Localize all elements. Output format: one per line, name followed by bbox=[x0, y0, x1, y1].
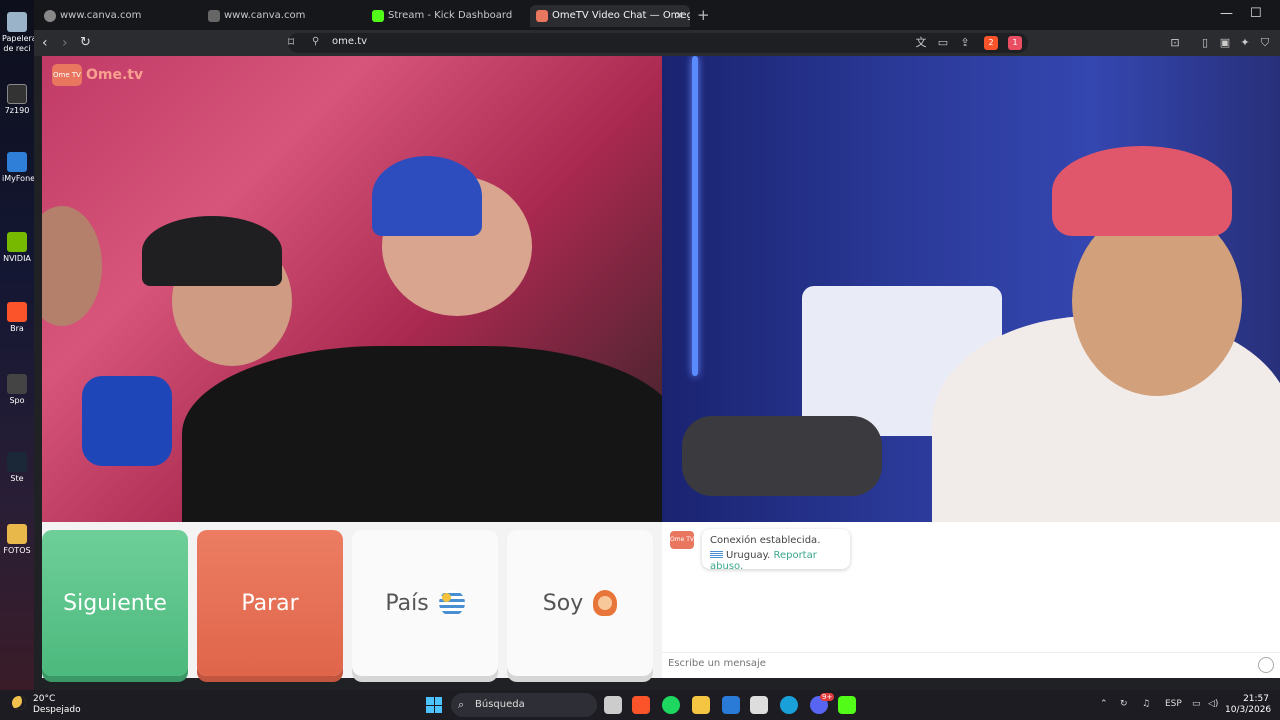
ometv-page: Ome TV Ome.tv Siguiente Parar País Soy O… bbox=[42, 56, 1280, 678]
person-cap bbox=[1052, 146, 1232, 236]
tab-strip: www.canva.com www.canva.com Stream - Kic… bbox=[34, 0, 1280, 30]
tab-canva-2[interactable]: www.canva.com bbox=[202, 5, 362, 27]
browser-window: www.canva.com www.canva.com Stream - Kic… bbox=[34, 0, 1280, 690]
desktop-icon-steam[interactable]: Ste bbox=[2, 452, 32, 484]
language-indicator[interactable]: ESP bbox=[1165, 699, 1182, 709]
desktop-icon-7zip[interactable]: 7z190 bbox=[2, 84, 32, 116]
store-icon[interactable] bbox=[750, 696, 768, 714]
next-button[interactable]: Siguiente bbox=[42, 530, 188, 676]
spotify-taskbar-icon[interactable] bbox=[662, 696, 680, 714]
start-button[interactable] bbox=[426, 697, 442, 713]
imyfone-icon bbox=[7, 152, 27, 172]
desktop-icon-brave[interactable]: Bra bbox=[2, 302, 32, 334]
vpn-shield-icon[interactable]: ⛉ bbox=[1258, 36, 1272, 50]
message-input[interactable] bbox=[668, 658, 1248, 669]
site-info-icon[interactable]: ⚲ bbox=[312, 36, 319, 47]
tab-kick-dashboard[interactable]: Stream - Kick Dashboard bbox=[366, 5, 526, 27]
gender-button[interactable]: Soy bbox=[507, 530, 653, 676]
network-icon[interactable]: ▭ bbox=[1192, 699, 1201, 709]
ometv-favicon-icon bbox=[536, 10, 548, 22]
tab-canva-1[interactable]: www.canva.com bbox=[38, 5, 198, 27]
sun-icon bbox=[441, 593, 451, 602]
tray-overflow-icon[interactable]: ⌃ bbox=[1100, 699, 1108, 709]
brave-icon bbox=[7, 302, 27, 322]
translate-icon[interactable]: 文 bbox=[914, 36, 928, 50]
mug-shape bbox=[82, 376, 172, 466]
back-icon[interactable]: ‹ bbox=[42, 34, 48, 52]
globe-icon bbox=[44, 10, 56, 22]
kick-icon bbox=[372, 10, 384, 22]
search-icon: ⌕ bbox=[458, 698, 465, 711]
partner-country: Uruguay. bbox=[726, 550, 771, 561]
windows-taskbar: 20°C Despejado ⌕ Búsqueda 9+ ⌃ ↻ ♫ ESP ▭… bbox=[0, 690, 1280, 720]
woman-emoji-icon bbox=[593, 590, 618, 616]
sidebar-icon[interactable]: ▯ bbox=[1198, 36, 1212, 50]
person-cap bbox=[372, 156, 482, 236]
browser-toolbar: ‹ › ↻ ⌑ ⚲ ome.tv 文 ▭ ⇪ 2 1 ⊡ ▯ ▣ ✦ ⛉ bbox=[34, 30, 1280, 56]
sync-icon[interactable]: ↻ bbox=[1120, 699, 1128, 709]
taskbar-search[interactable]: ⌕ Búsqueda bbox=[451, 693, 597, 717]
brave-rewards-icon[interactable]: 1 bbox=[1008, 36, 1022, 50]
chat-panel: Ome TV Conexión establecida. Uruguay. Re… bbox=[662, 522, 1280, 678]
spotify-icon bbox=[7, 374, 27, 394]
person-cap bbox=[142, 216, 282, 286]
desktop-icon-nvidia[interactable]: NVIDIA bbox=[2, 232, 32, 264]
country-button[interactable]: País bbox=[352, 530, 498, 676]
wallet-icon[interactable]: ▣ bbox=[1218, 36, 1232, 50]
discord-badge: 9+ bbox=[820, 693, 835, 701]
led-strip bbox=[692, 56, 698, 376]
nvidia-icon bbox=[7, 232, 27, 252]
message-composer bbox=[662, 652, 1280, 678]
ometv-avatar: Ome TV bbox=[670, 531, 694, 549]
emoji-icon[interactable] bbox=[1258, 657, 1274, 673]
forward-icon[interactable]: › bbox=[62, 34, 68, 52]
moon-icon bbox=[12, 696, 26, 710]
ometv-logo[interactable]: Ome TV Ome.tv bbox=[52, 64, 143, 86]
system-message: Conexión establecida. Uruguay. Reportar … bbox=[702, 529, 850, 572]
taskbar-clock[interactable]: 21:57 10/3/2026 bbox=[1225, 694, 1271, 716]
bookmark-icon[interactable]: ⌑ bbox=[288, 35, 294, 49]
connection-status: Conexión establecida. bbox=[710, 535, 821, 546]
page-icon bbox=[208, 10, 220, 22]
uruguay-flag-icon bbox=[438, 590, 465, 616]
stop-button[interactable]: Parar bbox=[197, 530, 343, 676]
new-tab-icon[interactable]: + bbox=[697, 7, 710, 23]
steam-icon bbox=[7, 452, 27, 472]
file-explorer-icon[interactable] bbox=[692, 696, 710, 714]
weather-widget[interactable]: 20°C Despejado bbox=[12, 694, 81, 716]
brave-taskbar-icon[interactable] bbox=[632, 696, 650, 714]
person-face bbox=[42, 206, 102, 326]
microphone-icon[interactable]: ♫ bbox=[1142, 699, 1150, 709]
desktop-background: Papelera de reci 7z190 iMyFone NVIDIA Br… bbox=[0, 0, 34, 690]
cast-icon[interactable]: ▭ bbox=[936, 36, 950, 50]
folder-icon bbox=[7, 524, 27, 544]
archive-icon bbox=[7, 84, 27, 104]
tab-ometv[interactable]: OmeTV Video Chat — Omeg ✕ bbox=[530, 5, 690, 27]
person-body bbox=[182, 346, 662, 522]
close-tab-icon[interactable]: ✕ bbox=[675, 5, 684, 27]
kick-taskbar-icon[interactable] bbox=[838, 696, 856, 714]
leo-ai-icon[interactable]: ✦ bbox=[1238, 36, 1252, 50]
recycle-bin-icon bbox=[7, 12, 27, 32]
reload-icon[interactable]: ↻ bbox=[80, 34, 91, 52]
remote-video: Ome TV Ome.tv bbox=[42, 56, 662, 522]
volume-icon[interactable]: ◁) bbox=[1208, 699, 1218, 709]
maximize-icon[interactable]: ☐ bbox=[1250, 6, 1262, 21]
task-view-icon[interactable] bbox=[604, 696, 622, 714]
desktop-icon-recycle-bin[interactable]: Papelera de reci bbox=[2, 12, 34, 54]
microphone-shape bbox=[682, 416, 882, 496]
minimize-icon[interactable]: — bbox=[1220, 6, 1233, 21]
share-icon[interactable]: ⇪ bbox=[958, 36, 972, 50]
brave-shields-icon[interactable]: 2 bbox=[984, 36, 998, 50]
desktop-icon-fotos[interactable]: FOTOS bbox=[2, 524, 32, 556]
url-text: ome.tv bbox=[332, 36, 368, 47]
desktop-icon-spotify[interactable]: Spo bbox=[2, 374, 32, 406]
desktop-icon-imyfone[interactable]: iMyFone bbox=[2, 152, 34, 184]
local-video bbox=[662, 56, 1280, 522]
screenshot-icon[interactable]: ⊡ bbox=[1168, 36, 1182, 50]
edge-icon[interactable] bbox=[780, 696, 798, 714]
mail-icon[interactable] bbox=[722, 696, 740, 714]
uruguay-flag-icon bbox=[710, 550, 723, 559]
face-icon bbox=[598, 596, 613, 610]
